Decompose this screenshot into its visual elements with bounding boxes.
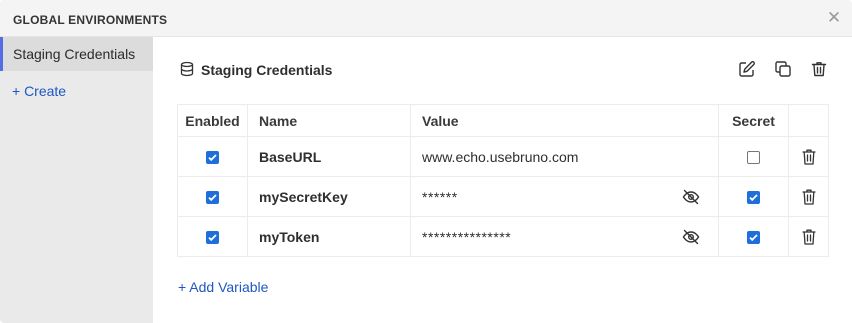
enabled-checkbox[interactable] [206,231,219,245]
eye-off-icon[interactable] [682,229,700,245]
table-row: BaseURL www.echo.usebruno.com [177,136,829,177]
database-icon [180,61,194,77]
trash-icon[interactable] [801,228,817,246]
table-row: mySecretKey ****** [177,176,829,217]
close-icon[interactable]: ✕ [826,9,842,26]
delete-cell [788,136,829,177]
variables-table: Enabled Name Value Secret BaseURL www.ec… [177,104,829,257]
table-header-row: Enabled Name Value Secret [177,104,829,137]
variable-name-cell[interactable]: myToken [247,216,411,257]
variable-name-cell[interactable]: BaseURL [247,136,411,177]
delete-cell [788,216,829,257]
create-environment-link[interactable]: + Create [12,83,66,99]
variable-value-cell[interactable]: ****** [410,176,719,217]
secret-checkbox[interactable] [747,191,760,205]
variable-name-cell[interactable]: mySecretKey [247,176,411,217]
sidebar-item-staging-credentials[interactable]: Staging Credentials [0,37,153,71]
global-environments-modal: GLOBAL ENVIRONMENTS ✕ Staging Credential… [0,0,852,323]
environment-sidebar: Staging Credentials + Create [0,37,153,323]
enabled-cell [177,136,248,177]
variable-name: BaseURL [259,148,322,165]
modal-header: GLOBAL ENVIRONMENTS ✕ [0,0,852,37]
variable-value: ****** [422,188,458,205]
modal-title: GLOBAL ENVIRONMENTS [13,13,168,27]
secret-checkbox[interactable] [747,151,760,165]
table-row: myToken *************** [177,216,829,257]
enabled-cell [177,216,248,257]
secret-checkbox[interactable] [747,231,760,245]
column-header-name: Name [247,104,411,137]
column-header-secret: Secret [718,104,789,137]
column-header-enabled: Enabled [177,104,248,137]
trash-icon[interactable] [809,59,829,79]
enabled-cell [177,176,248,217]
eye-off-icon[interactable] [682,189,700,205]
edit-icon[interactable] [737,59,757,79]
trash-icon[interactable] [801,148,817,166]
variable-value: *************** [422,228,512,245]
enabled-checkbox[interactable] [206,151,219,165]
environment-details: Staging Credentials Enabled Name Value S… [153,37,852,323]
variable-value-cell[interactable]: www.echo.usebruno.com [410,136,719,177]
secret-cell [718,216,789,257]
trash-icon[interactable] [801,188,817,206]
variable-value: www.echo.usebruno.com [422,148,579,165]
secret-cell [718,176,789,217]
environment-name: Staging Credentials [201,62,333,78]
variable-name: mySecretKey [259,188,348,205]
enabled-checkbox[interactable] [206,191,219,205]
variable-value-cell[interactable]: *************** [410,216,719,257]
copy-icon[interactable] [773,59,793,79]
column-header-value: Value [410,104,719,137]
variable-name: myToken [259,228,320,245]
column-header-actions [788,104,829,137]
delete-cell [788,176,829,217]
secret-cell [718,136,789,177]
add-variable-link[interactable]: + Add Variable [178,279,268,295]
